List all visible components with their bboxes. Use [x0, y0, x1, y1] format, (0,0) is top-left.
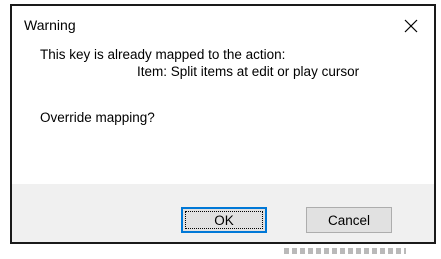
message-line-2: Item: Split items at edit or play cursor [137, 64, 360, 79]
ok-button[interactable]: OK [181, 207, 267, 233]
background-partial-text [284, 248, 406, 254]
warning-dialog: Warning This key is already mapped to th… [10, 4, 436, 244]
override-question: Override mapping? [40, 110, 155, 125]
message-line-1: This key is already mapped to the action… [40, 47, 286, 62]
dialog-titlebar[interactable]: Warning [12, 6, 434, 46]
dialog-footer: OK Cancel [12, 184, 434, 242]
cancel-button-label: Cancel [327, 212, 371, 228]
close-button[interactable] [388, 6, 434, 46]
close-icon [404, 19, 418, 33]
cancel-button[interactable]: Cancel [306, 207, 392, 233]
focus-ring [185, 211, 263, 229]
dialog-title: Warning [24, 17, 76, 33]
screen: Warning This key is already mapped to th… [0, 0, 441, 259]
